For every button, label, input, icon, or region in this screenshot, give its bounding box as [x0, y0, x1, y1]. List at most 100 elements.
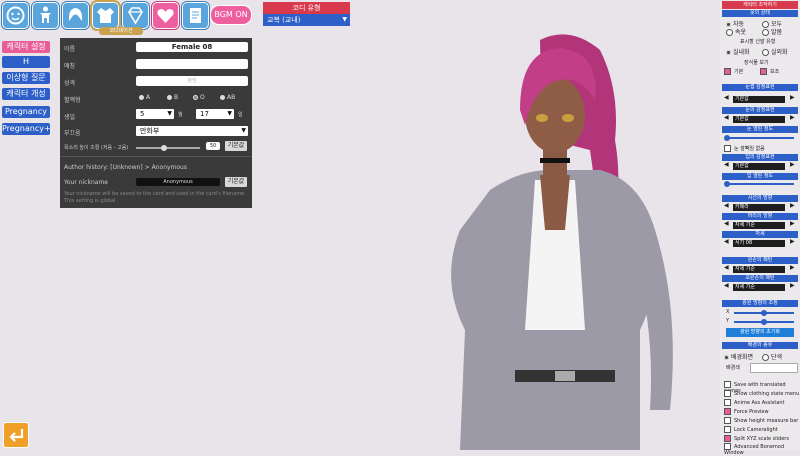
next-arrow-icon[interactable]: ▶	[790, 202, 795, 209]
voice-pitch-handle[interactable]	[161, 145, 167, 151]
eye-open-handle[interactable]	[724, 135, 730, 141]
name-input[interactable]: Female 08	[136, 42, 248, 52]
mouth-expression-value: 기본값	[733, 163, 785, 170]
clothing-menu-checkbox[interactable]: Show clothing state menu	[724, 390, 799, 397]
bg-color-swatch[interactable]	[750, 363, 798, 373]
next-arrow-icon[interactable]: ▶	[790, 282, 795, 289]
light-y-label: Y	[726, 318, 730, 324]
background-type-label: 배경의 종류	[722, 342, 798, 349]
prev-arrow-icon[interactable]: ◀	[724, 202, 729, 209]
bgm-toggle-button[interactable]: BGM ON	[210, 5, 252, 25]
nickname-note: Your nickname will be saved to the card …	[64, 191, 246, 204]
prev-arrow-icon[interactable]: ◀	[724, 264, 729, 271]
clothing-underwear-radio[interactable]: 속옷	[726, 27, 746, 36]
height-bar-checkbox[interactable]: Show height measure bar	[724, 417, 798, 424]
character-control-panel: 캐릭터 조작하기 옷의 상태 자동 모두 속옷 알몸 표시할 신발 유형 실내화…	[720, 0, 800, 456]
next-arrow-icon[interactable]: ▶	[790, 94, 795, 101]
document-icon[interactable]	[182, 2, 209, 29]
light-y-handle[interactable]	[761, 319, 767, 325]
face-icon[interactable]	[2, 2, 29, 29]
nav-character-trait[interactable]: 캐릭터 개성	[2, 88, 50, 100]
blood-ab-radio[interactable]: AB	[220, 94, 235, 101]
eyebrow-expression-label: 눈썹 감정표현	[722, 84, 798, 91]
next-arrow-icon[interactable]: ▶	[790, 264, 795, 271]
eye-open-label: 눈 열린 정도	[722, 126, 798, 133]
accessory-sub-checkbox[interactable]: 보조	[760, 68, 779, 75]
accessory-main-checkbox[interactable]: 기본	[724, 68, 743, 75]
clothing-icon[interactable]	[90, 0, 121, 31]
bg-image-radio[interactable]: 배경화면	[724, 352, 753, 361]
next-arrow-icon[interactable]: ▶	[790, 161, 795, 168]
nav-pregnancy-plus[interactable]: Pregnancy+	[2, 123, 51, 135]
bg-solid-radio[interactable]: 단색	[762, 352, 782, 361]
accessory-icon[interactable]	[122, 2, 149, 29]
voice-pitch-slider[interactable]	[136, 147, 200, 149]
prev-arrow-icon[interactable]: ◀	[724, 114, 729, 121]
mouth-open-handle[interactable]	[724, 181, 730, 187]
eye-expression-label: 눈의 감정표현	[722, 107, 798, 114]
next-arrow-icon[interactable]: ▶	[790, 114, 795, 121]
shoe-outdoor-radio[interactable]: 실외화	[762, 47, 788, 56]
right-hand-label: 오른손의 패턴	[722, 275, 798, 282]
heart-icon[interactable]	[152, 2, 179, 29]
character-settings-panel: 이름 Female 08 애칭 성격 평범 혈액형 A B O AB 생일 5 ▼…	[60, 38, 252, 208]
mouth-open-slider[interactable]	[726, 183, 794, 185]
prev-arrow-icon[interactable]: ◀	[724, 161, 729, 168]
prev-arrow-icon[interactable]: ◀	[724, 282, 729, 289]
divider	[60, 156, 252, 157]
coordinate-tooltip: 코디네이션	[99, 27, 143, 35]
blood-a-radio[interactable]: A	[139, 94, 150, 101]
voice-reset-button[interactable]: 기본값	[225, 141, 247, 151]
accessory-view-label: 장식물 보기	[744, 60, 769, 66]
eye-open-slider[interactable]	[726, 137, 794, 139]
no-blink-checkbox[interactable]: 눈 깜빡임 없음	[724, 145, 765, 152]
birth-month-select[interactable]: 5 ▼	[136, 109, 174, 119]
coordinate-type-select[interactable]: 교복 (교내) ▼	[263, 14, 350, 26]
right-hand-value: 자세 기준	[733, 284, 785, 291]
prev-arrow-icon[interactable]: ◀	[724, 238, 729, 245]
your-nickname-label: Your nickname	[64, 179, 108, 186]
left-hand-label: 왼손의 패턴	[722, 257, 798, 264]
your-nickname-input[interactable]: Anonymous	[136, 178, 220, 186]
blood-o-radio[interactable]: O	[193, 94, 205, 101]
mouth-open-label: 입 열린 정도	[722, 173, 798, 180]
force-preview-checkbox[interactable]: Force Preview	[724, 408, 769, 415]
character-model	[451, 34, 673, 450]
nav-h[interactable]: H	[2, 56, 50, 68]
chevron-down-icon: ▼	[227, 110, 232, 117]
birth-day-select[interactable]: 17 ▼	[196, 109, 234, 119]
nav-ideal-type[interactable]: 이상형 질문	[2, 72, 50, 84]
next-arrow-icon[interactable]: ▶	[790, 220, 795, 227]
nickname-label: 애칭	[64, 63, 76, 70]
attitude-select[interactable]: 만화부 ▼	[136, 126, 248, 136]
next-arrow-icon[interactable]: ▶	[790, 238, 795, 245]
bg-color-label: 배경색	[726, 365, 740, 371]
pose-value: 서기 08	[733, 240, 785, 247]
split-xyz-checkbox[interactable]: Split XYZ scale sliders	[724, 435, 789, 442]
blood-b-radio[interactable]: B	[167, 94, 178, 101]
head-direction-value: 자세 기준	[733, 222, 785, 229]
light-reset-button[interactable]: 광원 방향의 초기화	[726, 328, 794, 337]
nav-pregnancy[interactable]: Pregnancy	[2, 106, 50, 118]
nav-character-settings[interactable]: 캐릭터 설정	[2, 41, 50, 53]
anime-ass-checkbox[interactable]: Anime Ass Assistant	[724, 399, 785, 406]
shoe-type-label: 표시할 신발 유형	[740, 39, 776, 45]
prev-arrow-icon[interactable]: ◀	[724, 94, 729, 101]
day-unit: 일	[238, 112, 243, 118]
light-x-handle[interactable]	[761, 310, 767, 316]
hair-icon[interactable]	[62, 2, 89, 29]
voice-pitch-value[interactable]: 50	[206, 142, 220, 150]
body-icon[interactable]	[32, 2, 59, 29]
author-history: Author history: [Unknown] > Anonymous	[64, 164, 187, 171]
clothing-naked-radio[interactable]: 알몸	[762, 27, 782, 36]
nickname-input[interactable]	[136, 59, 248, 69]
clothing-state-label: 옷의 상태	[722, 10, 798, 17]
left-hand-value: 자세 기준	[733, 266, 785, 273]
personality-field[interactable]: 평범	[136, 76, 248, 86]
shoe-indoor-radio[interactable]: 실내화	[726, 47, 750, 56]
chevron-down-icon: ▼	[241, 127, 246, 134]
prev-arrow-icon[interactable]: ◀	[724, 220, 729, 227]
nickname-reset-button[interactable]: 기본값	[225, 177, 247, 187]
lock-cameralight-checkbox[interactable]: Lock Cameralight	[724, 426, 778, 433]
back-button[interactable]	[3, 422, 29, 448]
